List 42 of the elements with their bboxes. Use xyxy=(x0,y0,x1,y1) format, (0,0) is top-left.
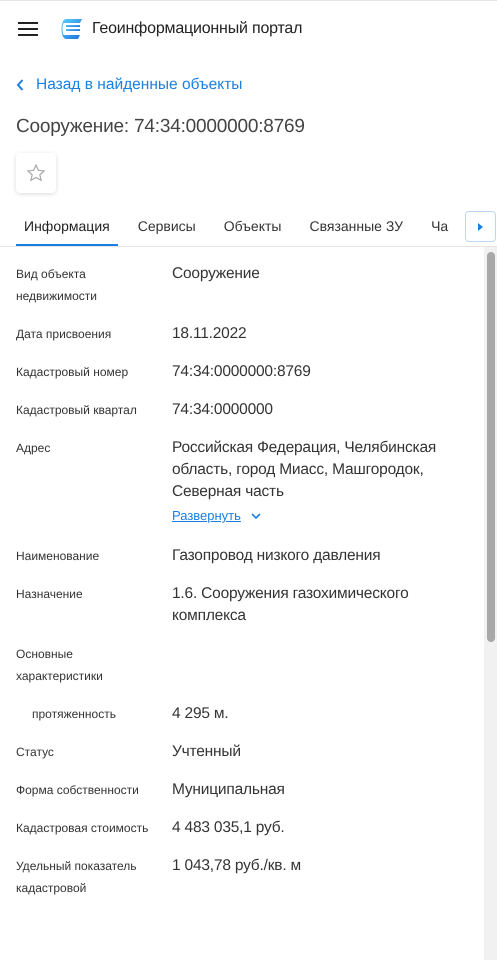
tab[interactable]: Связанные ЗУ xyxy=(301,208,412,246)
field-value: 4 483 035,1 руб. xyxy=(172,818,286,838)
field-label: Кадастровый квартал xyxy=(16,402,138,419)
logo-icon xyxy=(60,18,82,38)
tab[interactable]: Сервисы xyxy=(130,208,204,246)
scroll-tabs-button[interactable] xyxy=(465,211,496,242)
back-link[interactable]: Назад в найденные объекты xyxy=(16,73,242,97)
caret-right-icon xyxy=(478,222,483,230)
field-value: 74:34:0000000:8769 xyxy=(172,362,312,382)
field-label: Наименование xyxy=(16,548,100,565)
tab[interactable]: Ча xyxy=(423,208,456,246)
chevron-left-icon xyxy=(16,79,24,91)
field-value: 1.6. Сооружения газохимического комплекса xyxy=(172,584,410,626)
field-value: Газопровод низкого давления xyxy=(172,546,382,566)
tab[interactable]: Информация xyxy=(16,208,118,246)
field-value: Сооружение xyxy=(172,264,261,284)
page-title: Сооружение: 74:34:0000000:8769 xyxy=(16,115,306,139)
field-label: Кадастровый номер xyxy=(16,364,130,381)
tab[interactable]: Объекты xyxy=(216,208,290,246)
chevron-down-icon xyxy=(250,513,261,519)
field-label: Дата присвоения xyxy=(16,326,112,343)
menu-icon xyxy=(18,22,38,36)
field-label: Форма собственности xyxy=(16,782,140,799)
favorite-button[interactable] xyxy=(16,153,56,193)
field-value: Российская Федерация, Челябинская область, город Миасс, Машгородок, Северная часть xyxy=(172,438,438,502)
field-label: протяженность xyxy=(31,706,117,723)
field-label: Удельный показатель кадастровой xyxy=(16,858,138,897)
field-value: 4 295 м. xyxy=(172,704,230,724)
field-value: 1 043,78 руб./кв. м xyxy=(172,856,302,876)
field-value: Учтенный xyxy=(172,742,242,762)
field-label: Кадастровая стоимость xyxy=(16,820,150,837)
expand-link[interactable]: Развернуть xyxy=(172,503,261,529)
field-label: Статус xyxy=(16,744,55,761)
field-value: Муниципальная xyxy=(172,780,286,800)
field-value: 18.11.2022 xyxy=(172,324,248,344)
field-label: Основные характеристики xyxy=(16,646,104,685)
field-value: 74:34:0000000 xyxy=(172,400,274,420)
field-label: Вид объекта недвижимости xyxy=(16,266,98,305)
scrollbar[interactable] xyxy=(484,247,497,960)
field-label: Назначение xyxy=(16,586,84,603)
field-label: Адрес xyxy=(16,440,52,457)
portal-title: Геоинформационный портал xyxy=(92,20,302,38)
